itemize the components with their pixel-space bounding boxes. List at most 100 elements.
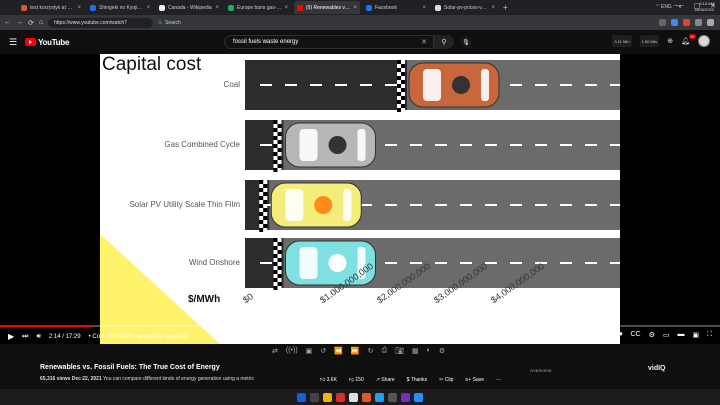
browser-tab[interactable]: Europe bans gas-powered vehi× (225, 1, 291, 14)
tray-arrow-icon[interactable]: ⌃ (655, 4, 659, 10)
back-icon[interactable]: ← (4, 19, 11, 26)
browser-tab[interactable]: Canada - Wikipedia × (156, 1, 222, 14)
forward-icon[interactable]: ↻ (368, 347, 374, 355)
search-input[interactable]: fossil fuels waste energy ✕ (224, 35, 434, 49)
share-button[interactable]: ↗ Share (376, 377, 395, 383)
taskbar-app-icon[interactable] (401, 392, 410, 402)
taskbar-app-icon[interactable] (349, 392, 358, 402)
more-icon[interactable]: ⋯ (496, 377, 501, 383)
captions-icon[interactable]: CC (630, 331, 640, 339)
close-tab-icon[interactable]: × (491, 5, 495, 11)
play-icon[interactable]: ▶ (8, 332, 14, 341)
checker-square (259, 228, 264, 232)
bookmark-search[interactable]: G Search (158, 20, 181, 26)
close-tab-icon[interactable]: × (215, 5, 219, 11)
close-tab-icon[interactable]: × (146, 5, 150, 11)
browser-tab[interactable]: (9) Renewables vs. Fossil Fuels× (294, 1, 360, 14)
close-tab-icon[interactable]: × (284, 5, 288, 11)
rewind-icon[interactable]: ↺ (320, 347, 326, 355)
screenshot-icon[interactable]: ⎙ (381, 347, 387, 355)
cast-icon[interactable]: ▣ (692, 331, 699, 339)
lane-dash (460, 144, 472, 146)
speaker-icon[interactable]: 🔈︎ (679, 4, 682, 10)
theater-icon[interactable]: ▬ (677, 331, 684, 339)
browser-tab[interactable]: Solar-pv-prices-vs-cumulative× (432, 1, 498, 14)
next-icon[interactable]: ⏭ (22, 333, 28, 341)
voice-search-button[interactable]: 🎙︎ (460, 36, 472, 48)
loop-icon[interactable]: ⇄ (272, 347, 278, 355)
taskbar-app-icon[interactable] (414, 392, 423, 402)
notifications-icon[interactable]: 🔔︎ 9+ (681, 34, 696, 45)
taskbar-app-icon[interactable] (375, 392, 384, 402)
wifi-icon[interactable]: ◠ (673, 4, 677, 10)
description-snippet[interactable]: You can compare different kinds of energ… (103, 376, 254, 382)
camera-icon[interactable]: 📷︎ (395, 347, 404, 355)
close-tab-icon[interactable]: × (77, 5, 81, 11)
checker-square (397, 100, 401, 104)
clip-button[interactable]: ✂ Clip (439, 377, 453, 383)
picture-in-picture-icon[interactable]: ▣ (306, 347, 313, 355)
video-player[interactable]: Capital cost $/MWh Coal Gas Combined Cycl… (0, 54, 720, 344)
create-icon[interactable]: ⊕ (667, 37, 673, 45)
extension-icon[interactable] (695, 19, 702, 26)
home-icon[interactable]: ⌂ (39, 19, 43, 26)
chapter-title[interactable]: • Cost of 500MW nameplate capacity (89, 334, 187, 340)
url-field[interactable]: https://www.youtube.com/watch? (48, 17, 154, 28)
close-tab-icon[interactable]: × (353, 5, 357, 11)
checker-square (273, 152, 278, 156)
clear-search-icon[interactable]: ✕ (421, 38, 427, 46)
fullscreen-icon[interactable]: ⛶ (707, 331, 712, 339)
audio-icon[interactable]: ((•)) (286, 347, 298, 355)
extension-stat-box[interactable]: 1.50 MIn (639, 35, 660, 47)
checker-square (273, 136, 278, 140)
overview-tab[interactable]: OVERVIEW (530, 368, 552, 373)
lane-dash (510, 144, 522, 146)
extension-icon[interactable] (671, 19, 678, 26)
youtube-logo[interactable]: YouTube (25, 38, 69, 47)
reload-icon[interactable]: ⟳ (28, 19, 34, 27)
avatar[interactable] (698, 35, 710, 47)
time-display: 2:14 / 17:29 (48, 333, 81, 340)
browser-tab[interactable]: test korzystyk at DuckDuckGo× (18, 1, 84, 14)
progress-bar[interactable] (0, 325, 720, 327)
save-button[interactable]: ≡+ Save (465, 377, 484, 383)
lane-dash (260, 84, 272, 86)
taskbar-app-icon[interactable] (323, 392, 332, 402)
volume-icon[interactable]: 🔊︎ (36, 333, 40, 341)
lane-dash (385, 144, 397, 146)
checker-square (273, 128, 278, 132)
autoplay-toggle[interactable]: ⏺ (619, 331, 623, 339)
thanks-button[interactable]: $ Thanks (407, 377, 428, 383)
taskbar-app-icon[interactable] (310, 392, 319, 402)
extension-icon[interactable] (707, 19, 714, 26)
language-indicator[interactable]: ENG (661, 4, 672, 10)
windows-taskbar (0, 389, 720, 405)
miniplayer-icon[interactable]: ▭ (663, 331, 670, 339)
like-button[interactable]: 👍︎ 3.6K (320, 377, 337, 383)
taskbar-app-icon[interactable] (336, 392, 345, 402)
dislike-button[interactable]: 👎︎ 150 (349, 377, 364, 383)
settings-icon[interactable]: ⚙ (649, 331, 655, 339)
browser-tab[interactable]: Facebook × (363, 1, 429, 14)
search-button[interactable]: ⚲ (434, 35, 454, 49)
tab-favicon-icon (228, 4, 234, 11)
speed-down-icon[interactable]: ⏪ (334, 347, 343, 355)
theme-icon[interactable]: ◐ (427, 347, 431, 355)
taskbar-app-icon[interactable] (388, 392, 397, 402)
more-settings-icon[interactable]: ⚙ (439, 347, 445, 355)
hamburger-menu-icon[interactable]: ☰ (9, 37, 17, 48)
new-tab-icon[interactable]: + (503, 3, 508, 12)
stats-icon[interactable]: ▦ (412, 347, 419, 355)
speed-up-icon[interactable]: ⏩ (351, 347, 360, 355)
taskbar-app-icon[interactable] (297, 392, 306, 402)
extension-icon[interactable] (683, 19, 690, 26)
checker-square (277, 144, 282, 148)
checker-square (277, 160, 282, 164)
taskbar-app-icon[interactable] (362, 392, 371, 402)
close-tab-icon[interactable]: × (422, 5, 426, 11)
extension-icon[interactable] (659, 19, 666, 26)
extension-stat-box[interactable]: 3.11 MIn (612, 35, 632, 47)
browser-tab[interactable]: Shingeki no Kyojin Season 2 | E× (87, 1, 153, 14)
forward-icon[interactable]: → (16, 19, 23, 26)
clock[interactable]: 6:10 AM 18/06/2022 (694, 1, 714, 13)
